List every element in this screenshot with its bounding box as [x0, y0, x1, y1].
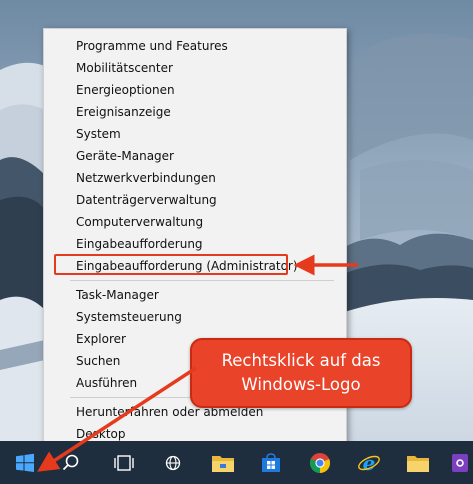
internet-explorer-icon: e: [358, 451, 380, 475]
search-icon: [62, 454, 79, 470]
network-icon: [165, 455, 181, 470]
menu-item-control-panel[interactable]: Systemsteuerung: [44, 306, 346, 328]
callout-line-2: Windows-Logo: [241, 375, 361, 394]
task-view-icon: [114, 454, 134, 471]
menu-item-disk-management[interactable]: Datenträgerverwaltung: [44, 189, 346, 211]
windows-logo-icon: [16, 453, 34, 472]
task-view-button[interactable]: [101, 441, 147, 484]
taskbar: e: [0, 441, 473, 484]
svg-text:e: e: [363, 451, 376, 475]
menu-item-device-manager[interactable]: Geräte-Manager: [44, 145, 346, 167]
folder-icon: [407, 455, 429, 472]
app-button[interactable]: [444, 441, 473, 484]
annotation-callout: Rechtsklick auf das Windows-Logo: [190, 338, 412, 408]
menu-item-system[interactable]: System: [44, 123, 346, 145]
menu-item-task-manager[interactable]: Task-Manager: [44, 284, 346, 306]
internet-explorer-button[interactable]: e: [346, 441, 392, 484]
search-button[interactable]: [48, 441, 94, 484]
callout-line-1: Rechtsklick auf das: [221, 351, 381, 370]
folder-button[interactable]: [395, 441, 441, 484]
highlight-box: [54, 254, 288, 275]
menu-item-computer-management[interactable]: Computerverwaltung: [44, 211, 346, 233]
start-button[interactable]: [2, 441, 48, 484]
menu-item-mobility-center[interactable]: Mobilitätscenter: [44, 57, 346, 79]
menu-item-programs-features[interactable]: Programme und Features: [44, 35, 346, 57]
menu-item-event-viewer[interactable]: Ereignisanzeige: [44, 101, 346, 123]
menu-item-command-prompt[interactable]: Eingabeaufforderung: [44, 233, 346, 255]
menu-separator: [70, 280, 334, 281]
file-explorer-icon: [212, 455, 234, 472]
file-explorer-button[interactable]: [200, 441, 246, 484]
network-button[interactable]: [150, 441, 196, 484]
app-icon: [451, 453, 468, 472]
menu-item-network-connections[interactable]: Netzwerkverbindungen: [44, 167, 346, 189]
chrome-icon: [309, 452, 331, 473]
store-icon: [262, 452, 280, 472]
chrome-button[interactable]: [297, 441, 343, 484]
store-button[interactable]: [248, 441, 294, 484]
menu-item-power-options[interactable]: Energieoptionen: [44, 79, 346, 101]
